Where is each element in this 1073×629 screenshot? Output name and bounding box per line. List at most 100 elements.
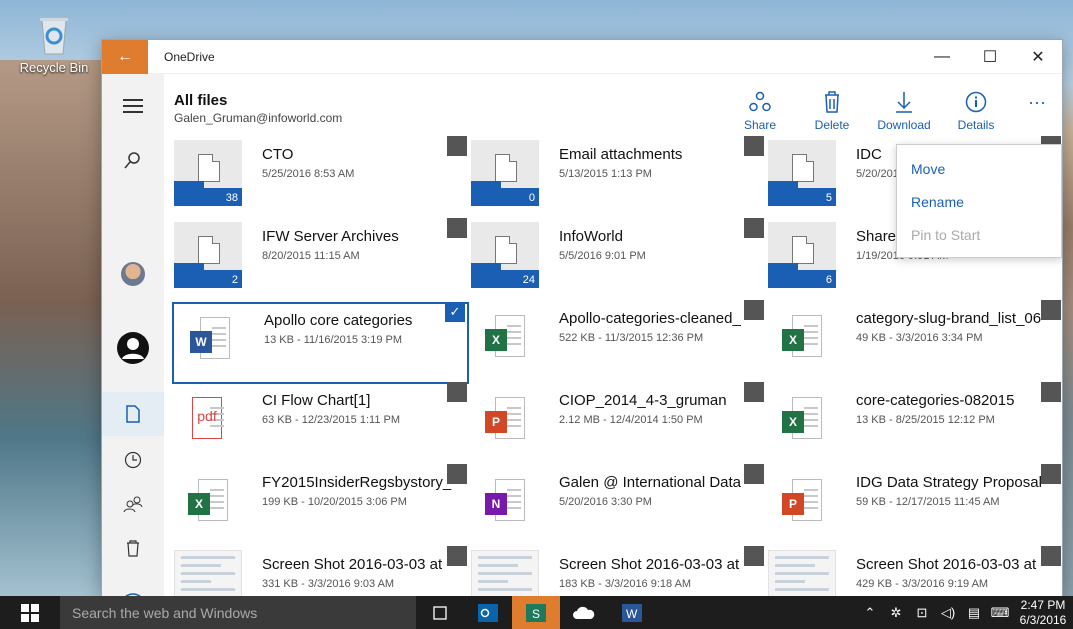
task-view-button[interactable] [416, 596, 464, 629]
keyboard-button[interactable]: ⌨ [987, 605, 1013, 621]
hamburger-menu-button[interactable] [102, 84, 164, 128]
item-name: CTO [262, 146, 294, 163]
maximize-button[interactable]: ☐ [966, 40, 1014, 74]
selection-checkbox[interactable] [1041, 382, 1061, 402]
windows-logo-icon [21, 603, 39, 622]
folder-tile[interactable]: 0 Email attachments 5/13/2015 1:13 PM [469, 136, 766, 220]
clock-date: 6/3/2016 [1019, 612, 1067, 627]
selection-checkbox[interactable] [744, 382, 764, 402]
item-name: Apollo core categories [264, 312, 413, 329]
file-type-badge: W [190, 331, 212, 353]
nav-rail [102, 74, 164, 596]
volume-button[interactable]: ◁) [935, 605, 961, 621]
hamburger-icon [123, 99, 143, 113]
taskbar-search-placeholder: Search the web and Windows [72, 604, 258, 621]
sway-app[interactable]: S [512, 596, 560, 629]
onenote-file-icon: N [471, 468, 539, 534]
selection-checkbox[interactable] [1041, 546, 1061, 566]
details-button[interactable]: Details [940, 90, 1012, 132]
nav-people[interactable] [102, 584, 164, 596]
file-tile[interactable]: P CIOP_2014_4-3_gruman 2.12 MB - 12/4/2014… [469, 382, 766, 466]
file-tile[interactable]: Screen Shot 2016-03-03 at 183 KB - 3/3/20… [469, 546, 766, 596]
item-meta: 2.12 MB - 12/4/2014 1:50 PM [559, 414, 703, 426]
close-button[interactable]: ✕ [1014, 40, 1062, 74]
file-tile[interactable]: pdf CI Flow Chart[1] 63 KB - 12/23/2015 1:… [172, 382, 469, 466]
search-button[interactable] [102, 138, 164, 182]
recycle-bin[interactable]: Recycle Bin [14, 14, 94, 75]
selection-checkbox[interactable] [447, 136, 467, 156]
folder-item-count: 38 [225, 192, 238, 204]
folder-tile[interactable]: 2 IFW Server Archives 8/20/2015 11:15 AM [172, 218, 469, 302]
screenshot-thumbnail [174, 550, 242, 596]
back-button[interactable]: ← [102, 40, 148, 74]
nav-recent[interactable] [102, 438, 164, 482]
taskbar-search[interactable]: Search the web and Windows [60, 596, 416, 629]
item-name: Apollo-categories-cleaned_ [559, 310, 741, 327]
trash-icon [127, 540, 139, 557]
delete-button[interactable]: Delete [796, 90, 868, 132]
selection-checkbox[interactable] [447, 218, 467, 238]
share-button[interactable]: Share [724, 90, 796, 132]
svg-text:W: W [626, 607, 638, 621]
file-tile[interactable]: P IDG Data Strategy Proposal 59 KB - 12/17… [766, 464, 1062, 548]
file-icon [126, 405, 140, 423]
item-meta: 5/25/2016 8:53 AM [262, 168, 355, 180]
file-tile[interactable]: X Apollo-categories-cleaned_ 522 KB - 11/3… [469, 300, 766, 384]
chevron-up-icon: ⌃ [864, 604, 876, 620]
file-tile[interactable]: Xcategory-slug-brand_list_06 49 KB - 3/3/… [766, 300, 1062, 384]
maximize-icon: ☐ [982, 48, 998, 66]
task-view-icon [433, 605, 447, 620]
network-button[interactable]: ⊡ [909, 605, 935, 621]
file-tile[interactable]: Xcore-categories-082015 13 KB - 8/25/2015… [766, 382, 1062, 466]
selection-checkbox[interactable] [447, 464, 467, 484]
notifications-button[interactable]: ▤ [961, 605, 987, 621]
onedrive-cloud-icon [573, 606, 595, 619]
nav-shared[interactable] [102, 482, 164, 526]
avatar [121, 262, 145, 286]
clock[interactable]: 2:47 PM 6/3/2016 [1013, 598, 1073, 628]
selection-checkbox[interactable] [744, 300, 764, 320]
show-hidden-icons-button[interactable]: ⌃ [857, 605, 883, 621]
gear-icon: ✲ [890, 604, 902, 620]
start-button[interactable] [0, 596, 60, 629]
selection-checkbox[interactable] [447, 382, 467, 402]
selection-checkbox[interactable] [1041, 300, 1061, 320]
folder-tile[interactable]: 24 InfoWorld 5/5/2016 9:01 PM [469, 218, 766, 302]
item-meta: 8/20/2015 11:15 AM [262, 250, 360, 262]
selection-checkbox[interactable] [744, 464, 764, 484]
share-label: Share [743, 118, 777, 132]
folder-item-count: 0 [528, 192, 535, 204]
account-button[interactable] [102, 326, 164, 370]
file-tile[interactable]: Screen Shot 2016-03-03 at 331 KB - 3/3/20… [172, 546, 469, 596]
search-icon [124, 152, 140, 169]
close-icon: ✕ [1031, 48, 1045, 66]
folder-icon: 24 [471, 222, 539, 288]
item-meta: 331 KB - 3/3/2016 9:03 AM [262, 578, 395, 590]
file-tile[interactable]: Screen Shot 2016-03-03 at 429 KB - 3/3/20… [766, 546, 1062, 596]
onedrive-app[interactable] [560, 596, 608, 629]
download-button[interactable]: Download [868, 90, 940, 132]
user-photo-button[interactable] [102, 252, 164, 296]
selection-checkbox[interactable] [744, 136, 764, 156]
item-name: category-slug-brand_list_06 [856, 310, 1042, 327]
context-move[interactable]: Move [897, 157, 1061, 190]
context-rename[interactable]: Rename [897, 190, 1061, 223]
selection-checkbox[interactable] [744, 218, 764, 238]
outlook-app[interactable] [464, 596, 512, 629]
file-tile[interactable]: N Galen @ International Data 5/20/2016 3:3… [469, 464, 766, 548]
folder-tile[interactable]: 38 CTO 5/25/2016 8:53 AM [172, 136, 469, 220]
selection-checkbox[interactable] [744, 546, 764, 566]
tray-app-button[interactable]: ✲ [883, 605, 909, 621]
word-app[interactable]: W [608, 596, 656, 629]
more-button[interactable]: ··· [1012, 90, 1062, 113]
nav-recycle-bin[interactable] [102, 526, 164, 570]
context-menu: Move Rename Pin to Start [896, 144, 1062, 258]
selection-checkbox[interactable] [1041, 464, 1061, 484]
nav-files[interactable] [102, 392, 164, 436]
selection-checkbox[interactable] [447, 546, 467, 566]
selection-checkbox[interactable]: ✓ [445, 302, 465, 322]
file-type-badge: P [485, 411, 507, 433]
file-tile[interactable]: W Apollo core categories 13 KB - 11/16/201… [172, 302, 469, 384]
minimize-button[interactable]: — [918, 40, 966, 74]
file-tile[interactable]: X FY2015InsiderRegsbystory_g 199 KB - 10/2… [172, 464, 469, 548]
